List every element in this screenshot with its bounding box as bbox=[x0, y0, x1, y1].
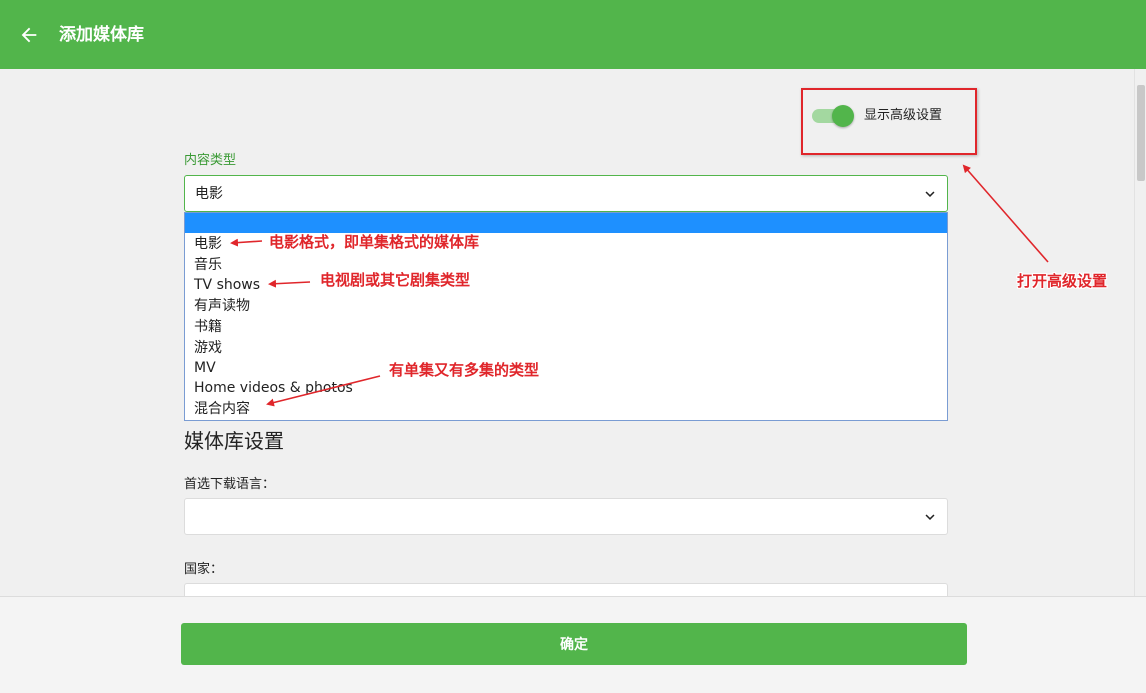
content-type-value: 电影 bbox=[195, 186, 223, 202]
dropdown-option-books[interactable]: 书籍 bbox=[194, 317, 222, 337]
library-settings-title: 媒体库设置 bbox=[184, 429, 284, 453]
content-type-select[interactable]: 电影 bbox=[184, 175, 948, 212]
annotation-highlight-box bbox=[801, 88, 977, 155]
dropdown-option-tvshows[interactable]: TV shows bbox=[194, 275, 260, 295]
confirm-button[interactable]: 确定 bbox=[181, 623, 967, 665]
annotation-mixed: 有单集又有多集的类型 bbox=[389, 361, 540, 379]
dropdown-option-highlighted[interactable] bbox=[185, 213, 947, 233]
chevron-down-icon bbox=[925, 514, 935, 520]
annotation-advanced: 打开高级设置 bbox=[1017, 272, 1108, 290]
dropdown-option-mixed[interactable]: 混合内容 bbox=[194, 399, 250, 419]
page-title: 添加媒体库 bbox=[59, 25, 144, 45]
dropdown-option-music[interactable]: 音乐 bbox=[194, 255, 222, 275]
arrow-left-icon[interactable] bbox=[18, 24, 40, 46]
app-header: 添加媒体库 bbox=[0, 0, 1146, 69]
annotation-tv: 电视剧或其它剧集类型 bbox=[320, 271, 471, 289]
dropdown-option-audiobooks[interactable]: 有声读物 bbox=[194, 296, 250, 316]
chevron-down-icon bbox=[925, 191, 935, 197]
language-select[interactable] bbox=[184, 498, 948, 535]
dropdown-option-games[interactable]: 游戏 bbox=[194, 338, 222, 358]
page-scrollbar[interactable] bbox=[1134, 69, 1146, 596]
country-select[interactable] bbox=[184, 583, 948, 596]
dropdown-option-movies[interactable]: 电影 bbox=[194, 234, 222, 254]
language-label: 首选下载语言： bbox=[184, 477, 276, 492]
dropdown-option-homevideos[interactable]: Home videos & photos bbox=[194, 378, 353, 398]
scroll-thumb[interactable] bbox=[1137, 85, 1145, 181]
content-type-label: 内容类型 bbox=[184, 153, 237, 168]
annotation-movies: 电影格式，即单集格式的媒体库 bbox=[269, 233, 480, 251]
dropdown-option-mv[interactable]: MV bbox=[194, 358, 216, 378]
country-label: 国家： bbox=[184, 562, 224, 577]
